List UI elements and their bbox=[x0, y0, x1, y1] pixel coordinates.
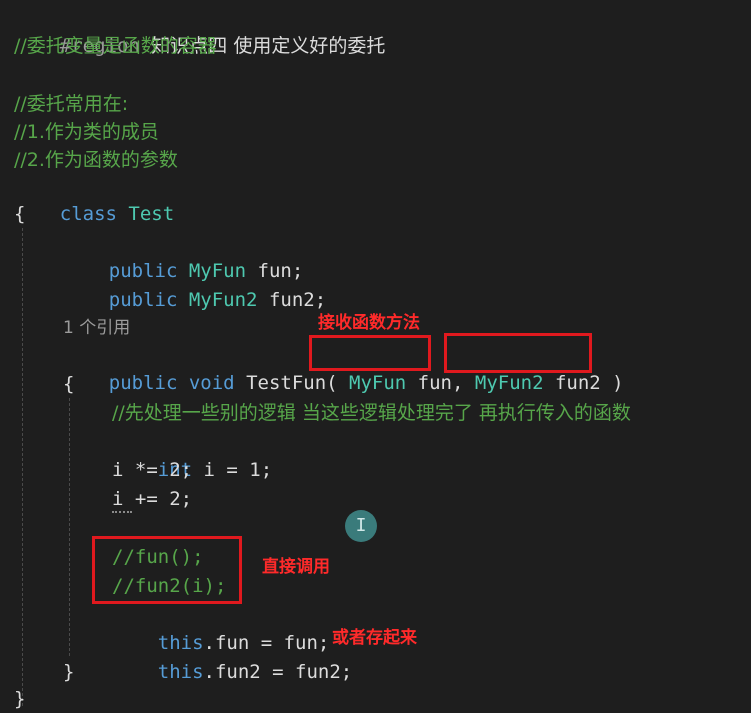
multiply-statement: i *= 2; bbox=[112, 459, 193, 481]
field-fun2-name: fun2; bbox=[257, 289, 327, 311]
param2-name: fun2 bbox=[543, 372, 601, 394]
indent-guide-class bbox=[22, 228, 23, 706]
annotation-receive: 接收函数方法 bbox=[318, 313, 420, 333]
type-myfun2: MyFun2 bbox=[188, 289, 258, 311]
param1-type: MyFun bbox=[349, 372, 407, 394]
field-fun: public MyFun fun; bbox=[63, 229, 304, 282]
comment-line: //委托常用在: bbox=[14, 93, 129, 115]
comment-line: //2.作为函数的参数 bbox=[14, 149, 178, 171]
keyword-public: public bbox=[108, 372, 178, 394]
method-brace-close: } bbox=[63, 661, 75, 683]
assign-fun2-rest: .fun2 = fun2; bbox=[203, 661, 353, 683]
assign-fun2: this.fun2 = fun2; bbox=[112, 630, 352, 683]
int-assignment: i = 1; bbox=[192, 459, 273, 481]
comma: , bbox=[451, 372, 475, 394]
keyword-class: class bbox=[59, 203, 117, 225]
comment-process-logic: //先处理一些别的逻辑 当这些逻辑处理完了 再执行传入的函数 bbox=[112, 402, 631, 424]
code-editor[interactable]: #region 知识点四 使用定义好的委托 //委托变量是函数的容器 //委托常… bbox=[0, 0, 751, 713]
keyword-this: this bbox=[157, 661, 204, 683]
highlight-param2-box bbox=[444, 333, 592, 373]
class-declaration: class Test bbox=[14, 172, 174, 225]
region-line: #region 知识点四 使用定义好的委托 bbox=[14, 4, 386, 57]
method-name: TestFun( bbox=[234, 372, 350, 394]
indent-guide-method bbox=[69, 398, 70, 656]
suggestion-dots bbox=[112, 507, 132, 513]
annotation-or-store: 或者存起来 bbox=[332, 628, 417, 648]
keyword-public: public bbox=[108, 289, 178, 311]
param1-name: fun bbox=[406, 372, 452, 394]
highlight-calls-box bbox=[92, 536, 242, 604]
comment-line: //1.作为类的成员 bbox=[14, 121, 159, 143]
highlight-param1-box bbox=[309, 335, 431, 371]
brace-close: } bbox=[14, 688, 26, 710]
type-test: Test bbox=[128, 203, 175, 225]
annotation-direct-call: 直接调用 bbox=[262, 557, 330, 577]
keyword-void: void bbox=[188, 372, 235, 394]
int-declaration: int i = 1; bbox=[112, 428, 272, 481]
param2-type: MyFun2 bbox=[474, 372, 544, 394]
comment-line: //委托变量是函数的容器 bbox=[14, 35, 217, 57]
reference-count-codelens[interactable]: 1 个引用 bbox=[63, 314, 130, 342]
text-cursor-icon: I bbox=[345, 510, 377, 542]
method-brace-open: { bbox=[63, 373, 75, 395]
field-fun2: public MyFun2 fun2; bbox=[63, 258, 326, 311]
close-paren: ) bbox=[600, 372, 624, 394]
assign-fun: this.fun = fun; bbox=[112, 601, 330, 654]
brace-open: { bbox=[14, 203, 26, 225]
